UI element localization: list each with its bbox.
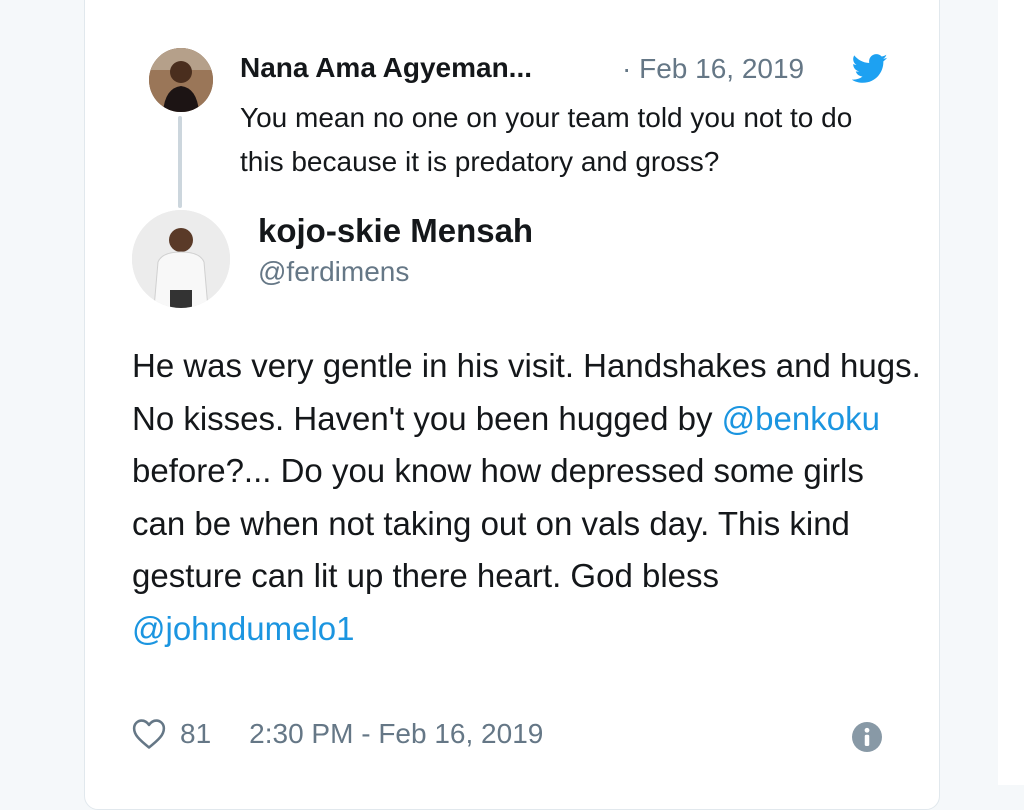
main-author-name[interactable]: kojo-skie Mensah [258,212,533,250]
mention-link-johndumelo1[interactable]: @johndumelo1 [132,610,354,647]
tweet-timestamp[interactable]: 2:30 PM - Feb 16, 2019 [249,718,543,750]
parent-avatar-image [149,48,213,112]
main-tweet-text: He was very gentle in his visit. Handsha… [132,340,922,655]
info-icon[interactable] [852,722,882,752]
main-avatar[interactable] [132,210,230,308]
heart-icon[interactable] [132,718,166,750]
page-gutter [998,0,1024,785]
main-author-handle[interactable]: @ferdimens [258,256,409,288]
like-count[interactable]: 81 [180,718,211,750]
mention-link-benkoku[interactable]: @benkoku [722,400,880,437]
tweet-text-part: before?... Do you know how depressed som… [132,452,864,594]
twitter-bird-icon[interactable] [852,54,888,84]
parent-tweet-text: You mean no one on your team told you no… [240,102,853,177]
parent-tweet-date[interactable]: · Feb 16, 2019 [622,53,804,85]
parent-author-name[interactable]: Nana Ama Agyeman... [240,52,532,84]
tweet-footer: 81 2:30 PM - Feb 16, 2019 [132,712,543,756]
main-avatar-image [132,210,230,308]
thread-connector-line [178,116,182,208]
parent-avatar[interactable] [149,48,213,112]
